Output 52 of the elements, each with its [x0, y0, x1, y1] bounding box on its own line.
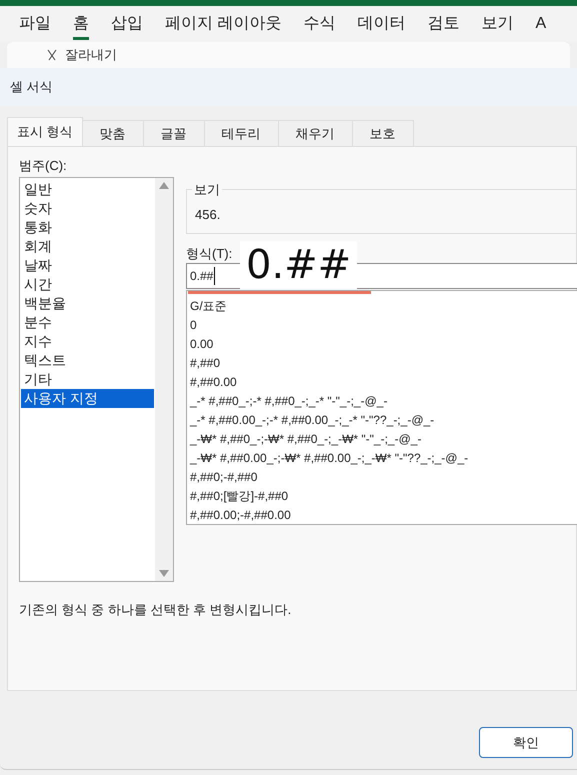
category-item[interactable]: 백분율	[21, 294, 154, 313]
dialog-tab[interactable]: 테두리	[204, 120, 279, 146]
format-item[interactable]: _-₩* #,##0_-;-₩* #,##0_-;_-₩* "-"_-;_-@_-	[190, 430, 577, 449]
category-label: 범주(C):	[19, 157, 67, 175]
format-item[interactable]: #,##0	[190, 354, 577, 373]
format-list[interactable]	[186, 290, 577, 525]
menu-tab[interactable]: 데이터	[357, 8, 406, 40]
category-item[interactable]: 사용자 지정	[21, 389, 154, 408]
dialog-tab[interactable]: 글꼴	[144, 120, 205, 146]
format-item[interactable]: _-₩* #,##0.00_-;-₩* #,##0.00_-;_-₩* "-"??_-;_-@_-	[190, 449, 577, 468]
format-item[interactable]: 0.00	[190, 335, 577, 354]
category-item[interactable]: 회계	[21, 237, 154, 256]
format-item[interactable]: #,##0.00;-#,##0.00	[190, 506, 577, 525]
scroll-up-icon[interactable]	[159, 182, 169, 189]
category-item[interactable]: 분수	[21, 313, 154, 332]
dialog-title: 셀 서식	[10, 78, 53, 96]
menu-tab[interactable]: 수식	[303, 8, 336, 40]
dialog-tab[interactable]: 표시 형식	[7, 117, 83, 146]
caption-overlay: 0.##	[240, 241, 358, 289]
scissors-icon[interactable]	[47, 49, 57, 61]
scrollbar[interactable]	[155, 178, 173, 581]
format-item[interactable]: #,##0;-#,##0	[190, 468, 577, 487]
category-item[interactable]: 기타	[21, 370, 154, 389]
sample-value: 456.	[195, 206, 220, 224]
hint-text: 기존의 형식 중 하나를 선택한 후 변형시킵니다.	[19, 601, 292, 619]
ribbon-label[interactable]: 잘라내기	[65, 45, 117, 65]
format-item[interactable]: _-* #,##0_-;-* #,##0_-;_-* "-"_-;_-@_-	[190, 392, 577, 411]
menu-tab[interactable]: 삽입	[111, 8, 143, 40]
menu-tab[interactable]: 파일	[19, 8, 51, 40]
category-list[interactable]: 일반 숫자 통화 회계 날짜 시간 백분율 분수 지수 텍스트 기타 사용자 지정	[19, 177, 174, 582]
dialog-tab[interactable]: 보호	[352, 120, 414, 146]
type-label: 형식(T):	[186, 245, 232, 263]
category-item[interactable]: 지수	[21, 332, 154, 351]
dialog-tab[interactable]: 채우기	[278, 120, 353, 146]
scroll-down-icon[interactable]	[159, 570, 169, 577]
category-item[interactable]: 시간	[21, 275, 154, 294]
ok-button[interactable]: 확인	[479, 727, 573, 758]
menu-tab[interactable]: 보기	[481, 8, 514, 40]
category-item[interactable]: 날짜	[21, 256, 154, 275]
format-item[interactable]: #,##0;[빨강]-#,##0	[190, 487, 577, 506]
category-item[interactable]: 텍스트	[21, 351, 154, 370]
dialog-tab[interactable]: 맞춤	[82, 120, 144, 146]
format-item[interactable]: _-* #,##0.00_-;-* #,##0.00_-;_-* "-"??_-;_-@_-	[190, 411, 577, 430]
format-item[interactable]: #,##0.00	[190, 373, 577, 392]
category-item[interactable]: 통화	[21, 218, 154, 237]
category-item[interactable]: 일반	[21, 180, 154, 199]
category-item[interactable]: 숫자	[21, 199, 154, 218]
format-item[interactable]: 0	[190, 316, 577, 335]
format-item[interactable]: G/표준	[190, 297, 577, 316]
menu-tab[interactable]: A	[535, 8, 546, 40]
menu-tab[interactable]: 페이지 레이아웃	[165, 8, 282, 40]
menu-tab[interactable]: 검토	[427, 8, 460, 40]
